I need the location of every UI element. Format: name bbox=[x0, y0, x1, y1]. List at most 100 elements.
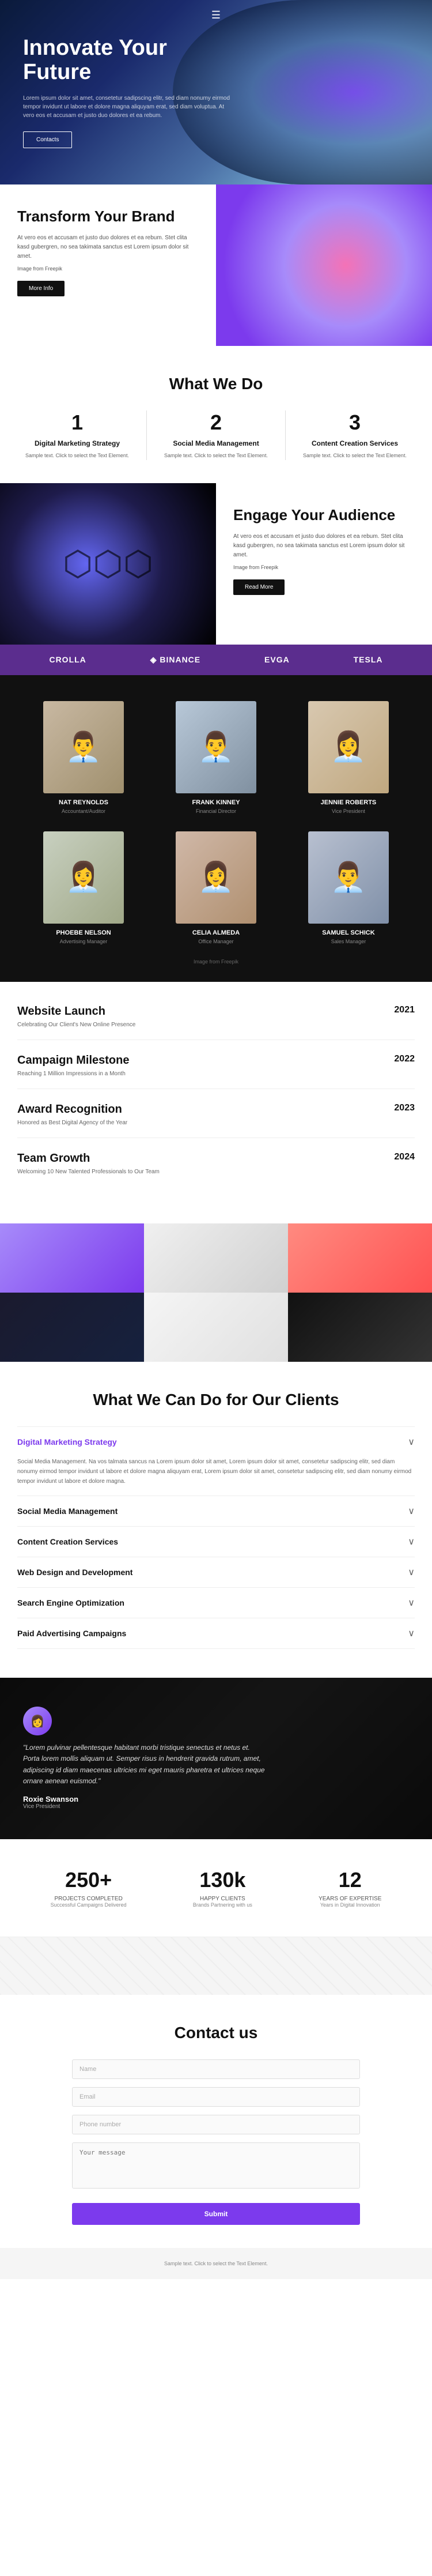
accordion-label-digital: Digital Marketing Strategy bbox=[17, 1437, 117, 1447]
stat-years: 12 YEARS OF EXPERTISE Years in Digital I… bbox=[319, 1868, 381, 1908]
accordion-header-social[interactable]: Social Media Management ∨ bbox=[17, 1496, 415, 1526]
service-text-3: Sample text. Click to select the Text El… bbox=[303, 452, 407, 460]
service-accordion: Digital Marketing Strategy ∨ Social Medi… bbox=[17, 1426, 415, 1649]
message-input[interactable] bbox=[72, 2142, 360, 2189]
accordion-header-paid[interactable]: Paid Advertising Campaigns ∨ bbox=[17, 1618, 415, 1648]
team-avatar-frank-kinney: 👨‍💼 bbox=[176, 701, 256, 793]
team-avatar-samuel-schick: 👨‍💼 bbox=[308, 831, 389, 924]
timeline-left-2021: Website Launch Celebrating Our Client's … bbox=[17, 1005, 394, 1028]
phone-input[interactable] bbox=[72, 2115, 360, 2134]
team-member-celia-almeda: 👩‍💼 CELIA ALMEDA Office Manager bbox=[150, 823, 282, 953]
timeline-desc-2024: Welcoming 10 New Talented Professionals … bbox=[17, 1169, 394, 1175]
testimonial-content: 👩 "Lorem pulvinar pellentesque habitant … bbox=[23, 1707, 265, 1810]
engage-text: At vero eos et accusam et justo duo dolo… bbox=[233, 532, 415, 560]
team-role-nat-reynolds: Accountant/Auditor bbox=[26, 808, 141, 814]
footer: Sample text. Click to select the Text El… bbox=[0, 2248, 432, 2279]
team-member-frank-kinney: 👨‍💼 FRANK KINNEY Financial Director bbox=[150, 692, 282, 823]
email-field-wrapper bbox=[72, 2087, 360, 2107]
accordion-item-social: Social Media Management ∨ bbox=[17, 1496, 415, 1527]
service-number-1: 1 bbox=[25, 410, 129, 435]
email-input[interactable] bbox=[72, 2087, 360, 2107]
timeline-year-2024: 2024 bbox=[394, 1152, 415, 1162]
hero-section: Innovate Your Future Lorem ipsum dolor s… bbox=[0, 0, 432, 184]
logo-evga: EVGA bbox=[264, 655, 290, 664]
stat-clients-number: 130k bbox=[193, 1868, 252, 1892]
accordion-item-webdesign: Web Design and Development ∨ bbox=[17, 1557, 415, 1588]
gallery-item-4 bbox=[0, 1293, 144, 1362]
team-image-credit: Image from Freepik bbox=[17, 953, 415, 965]
accordion-header-seo[interactable]: Search Engine Optimization ∨ bbox=[17, 1588, 415, 1618]
accordion-item-digital: Digital Marketing Strategy ∨ Social Medi… bbox=[17, 1427, 415, 1496]
testimonial-quote: "Lorem pulvinar pellentesque habitant mo… bbox=[23, 1742, 265, 1787]
team-role-jennie-roberts: Vice President bbox=[291, 808, 406, 814]
stat-projects-label: PROJECTS COMPLETED bbox=[51, 1896, 127, 1902]
logos-section: CROLLA ◈ BINANCE EVGA TESLA bbox=[0, 645, 432, 675]
team-photo-samuel-schick: 👨‍💼 bbox=[308, 831, 389, 924]
stat-years-label: YEARS OF EXPERTISE bbox=[319, 1896, 381, 1902]
engage-read-more-button[interactable]: Read More bbox=[233, 579, 285, 595]
team-role-phoebe-nelson: Advertising Manager bbox=[26, 939, 141, 944]
team-avatar-nat-reynolds: 👨‍💼 bbox=[43, 701, 124, 793]
hamburger-icon[interactable]: ☰ bbox=[211, 9, 221, 21]
gallery-item-6 bbox=[288, 1293, 432, 1362]
abstract-pattern bbox=[0, 1937, 432, 1995]
service-item-3: 3 Content Creation Services Sample text.… bbox=[303, 410, 407, 460]
testimonial-name: Roxie Swanson bbox=[23, 1795, 265, 1803]
engage-section: ⬡⬡⬡ Engage Your Audience At vero eos et … bbox=[0, 483, 432, 645]
engage-title: Engage Your Audience bbox=[233, 506, 415, 524]
accordion-icon-social: ∨ bbox=[408, 1505, 415, 1517]
name-input[interactable] bbox=[72, 2059, 360, 2079]
accordion-label-content: Content Creation Services bbox=[17, 1537, 118, 1546]
team-photo-phoebe-nelson: 👩‍💼 bbox=[43, 831, 124, 924]
stat-projects-number: 250+ bbox=[51, 1868, 127, 1892]
team-role-celia-almeda: Office Manager bbox=[158, 939, 274, 944]
team-name-phoebe-nelson: PHOEBE NELSON bbox=[26, 929, 141, 936]
accordion-header-digital[interactable]: Digital Marketing Strategy ∨ bbox=[17, 1427, 415, 1457]
service-divider-2 bbox=[285, 410, 286, 460]
team-avatar-phoebe-nelson: 👩‍💼 bbox=[43, 831, 124, 924]
testimonial-section: 👩 "Lorem pulvinar pellentesque habitant … bbox=[0, 1678, 432, 1839]
service-divider-1 bbox=[146, 410, 147, 460]
accordion-item-paid: Paid Advertising Campaigns ∨ bbox=[17, 1618, 415, 1649]
transform-left: Transform Your Brand At vero eos et accu… bbox=[0, 184, 216, 346]
submit-button[interactable]: Submit bbox=[72, 2203, 360, 2225]
timeline-desc-2022: Reaching 1 Million Impressions in a Mont… bbox=[17, 1071, 394, 1077]
transform-section: Transform Your Brand At vero eos et accu… bbox=[0, 184, 432, 346]
service-text-2: Sample text. Click to select the Text El… bbox=[164, 452, 268, 460]
accordion-icon-digital: ∨ bbox=[408, 1436, 415, 1448]
timeline-left-2022: Campaign Milestone Reaching 1 Million Im… bbox=[17, 1054, 394, 1077]
service-title-3: Content Creation Services bbox=[303, 439, 407, 447]
service-number-2: 2 bbox=[164, 410, 268, 435]
timeline-left-2024: Team Growth Welcoming 10 New Talented Pr… bbox=[17, 1152, 394, 1175]
services-grid: 1 Digital Marketing Strategy Sample text… bbox=[17, 410, 415, 460]
accordion-icon-webdesign: ∨ bbox=[408, 1566, 415, 1578]
transform-more-button[interactable]: More Info bbox=[17, 281, 65, 296]
gallery-img-1 bbox=[0, 1223, 144, 1293]
services-list-title: What We Can Do for Our Clients bbox=[17, 1391, 415, 1409]
accordion-item-seo: Search Engine Optimization ∨ bbox=[17, 1588, 415, 1618]
abstract-decoration bbox=[0, 1937, 432, 1995]
gallery-item-3 bbox=[288, 1223, 432, 1293]
what-we-do-section: What We Do 1 Digital Marketing Strategy … bbox=[0, 346, 432, 483]
team-avatar-celia-almeda: 👩‍💼 bbox=[176, 831, 256, 924]
engage-image: ⬡⬡⬡ bbox=[0, 483, 216, 645]
engage-image-credit: Image from Freepik bbox=[233, 564, 415, 570]
logo-tesla: TESLA bbox=[354, 655, 383, 664]
accordion-icon-seo: ∨ bbox=[408, 1597, 415, 1609]
accordion-header-content[interactable]: Content Creation Services ∨ bbox=[17, 1527, 415, 1557]
services-list-section: What We Can Do for Our Clients Digital M… bbox=[0, 1362, 432, 1678]
hero-contacts-button[interactable]: Contacts bbox=[23, 131, 72, 148]
timeline-year-2022: 2022 bbox=[394, 1054, 415, 1064]
team-photo-jennie-roberts: 👩‍💼 bbox=[308, 701, 389, 793]
gallery-img-5 bbox=[144, 1293, 288, 1362]
timeline-item-2023: Award Recognition Honored as Best Digita… bbox=[17, 1103, 415, 1138]
gallery-item-5 bbox=[144, 1293, 288, 1362]
stats-section: 250+ PROJECTS COMPLETED Successful Campa… bbox=[0, 1839, 432, 1937]
engage-cubes-icon: ⬡⬡⬡ bbox=[63, 544, 153, 584]
timeline-left-2023: Award Recognition Honored as Best Digita… bbox=[17, 1103, 394, 1126]
timeline-item-2022: Campaign Milestone Reaching 1 Million Im… bbox=[17, 1054, 415, 1089]
gallery-img-2 bbox=[144, 1223, 288, 1293]
accordion-label-paid: Paid Advertising Campaigns bbox=[17, 1629, 126, 1638]
accordion-header-webdesign[interactable]: Web Design and Development ∨ bbox=[17, 1557, 415, 1587]
team-member-samuel-schick: 👨‍💼 SAMUEL SCHICK Sales Manager bbox=[282, 823, 415, 953]
